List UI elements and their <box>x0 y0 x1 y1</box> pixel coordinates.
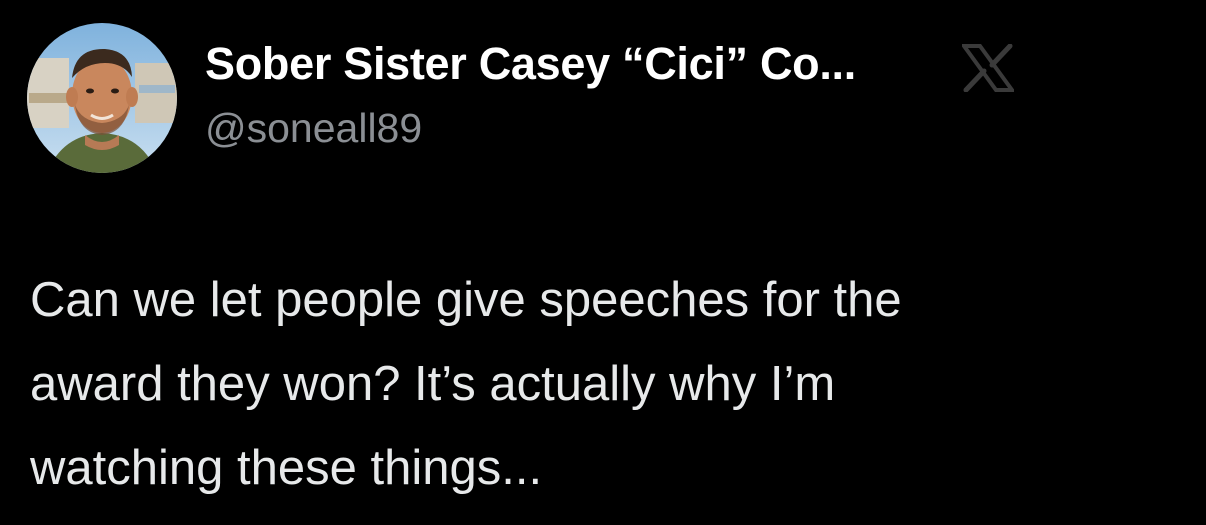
author-handle[interactable]: @soneall89 <box>205 105 422 152</box>
tweet-text: Can we let people give speeches for the … <box>30 258 1180 510</box>
avatar[interactable] <box>27 23 177 173</box>
tweet-text-line: award they won? It’s actually why I’m <box>30 357 836 411</box>
tweet-card: Sober Sister Casey “Cici” Co... @soneall… <box>0 0 1206 525</box>
tweet-text-line: Can we let people give speeches for the <box>30 273 902 327</box>
author-display-name[interactable]: Sober Sister Casey “Cici” Co... <box>205 38 856 90</box>
x-logo-icon <box>960 43 1016 93</box>
avatar-photo <box>27 23 177 173</box>
tweet-text-line: watching these things... <box>30 441 543 495</box>
